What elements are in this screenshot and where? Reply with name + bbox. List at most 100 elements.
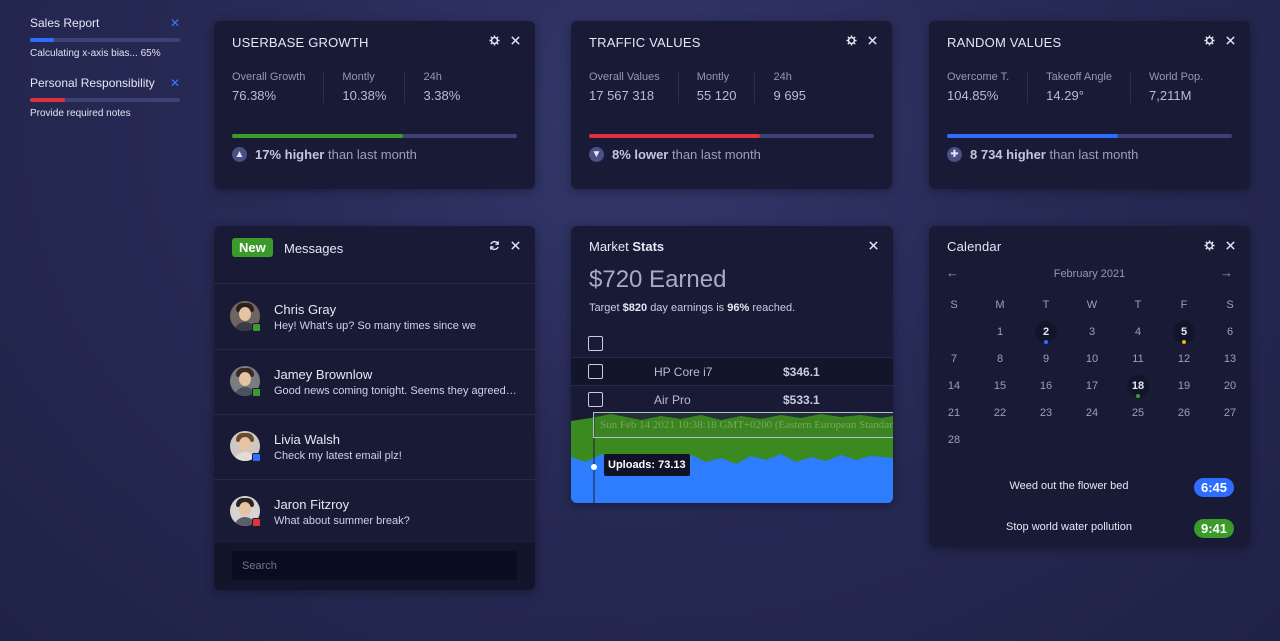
random-progress-bar [947,134,1232,138]
calendar-day[interactable]: 16 [1031,373,1061,400]
status-busy-dot [252,518,261,527]
message-item-chris-gray[interactable]: Chris Gray Hey! What's up? So many times… [214,285,535,350]
sidebar-task-sales-report: Sales Report ✕ Calculating x-axis bias..… [30,16,180,59]
calendar-day[interactable]: 1 [985,319,1015,346]
stat-monthly: Montly 10.38% [342,71,406,103]
search-input[interactable] [232,551,517,580]
calendar-day[interactable]: 27 [1215,400,1245,427]
task-title: Weed out the flower bed [1009,480,1129,492]
message-preview: Hey! What's up? So many times since we [274,320,477,332]
weekday-label: F [1180,299,1188,311]
select-all-checkbox[interactable] [588,336,603,351]
calendar-day[interactable]: 19 [1169,373,1199,400]
calendar-day[interactable]: 2 [1031,319,1061,346]
status-away-dot [252,453,261,462]
growth-progress-bar [232,134,517,138]
close-icon[interactable] [510,35,521,46]
row-checkbox[interactable] [588,364,603,379]
gear-icon[interactable] [489,35,500,46]
message-item-jamey-brownlow[interactable]: Jamey Brownlow Good news coming tonight.… [214,350,535,415]
trend-summary: ▲ 17% higher than last month [232,147,417,162]
status-online-dot [252,388,261,397]
gear-icon[interactable] [1204,35,1215,46]
traffic-progress-bar [589,134,874,138]
calendar-day[interactable]: 23 [1031,400,1061,427]
calendar-day[interactable]: 21 [939,400,969,427]
stat-value: 55 120 [696,88,737,103]
chevron-up-icon: ▲ [232,147,247,162]
calendar-day[interactable]: 15 [985,373,1015,400]
trend-bold: 8% lower [612,147,669,162]
next-month-icon[interactable]: → [1220,265,1233,280]
stat-value: 14.29° [1046,88,1084,103]
message-preview: Good news coming tonight. Seems they agr… [274,385,519,397]
task-progress-bar [30,98,180,102]
calendar-month: February 2021 [1053,268,1126,280]
close-icon[interactable] [868,240,879,251]
market-stats-card: Market Stats $720 Earned Target $820 day… [571,226,893,503]
new-badge: New [232,238,273,257]
calendar-day[interactable]: 10 [1077,346,1107,373]
calendar-day[interactable]: 4 [1123,319,1153,346]
calendar-day[interactable]: 26 [1169,400,1199,427]
calendar-day[interactable]: 22 [985,400,1015,427]
sender-name: Chris Gray [274,302,337,317]
trend-bold: 8 734 higher [970,147,1046,162]
calendar-day[interactable]: 18 [1123,373,1153,400]
stat-value: 7,211M [1149,88,1192,103]
calendar-day[interactable]: 25 [1123,400,1153,427]
calendar-day[interactable]: 7 [939,346,969,373]
calendar-day[interactable]: 12 [1169,346,1199,373]
message-item-jaron-fitzroy[interactable]: Jaron Fitzroy What about summer break? [214,480,535,545]
search-bar [214,543,535,590]
task-note: Provide required notes [30,108,131,119]
calendar-day[interactable]: 11 [1123,346,1153,373]
calendar-day[interactable]: 8 [985,346,1015,373]
target-suffix: reached. [752,302,796,314]
task-item[interactable]: Stop world water pollution 9:41 [929,516,1250,542]
sender-name: Livia Walsh [274,432,340,447]
task-title: Stop world water pollution [1006,521,1132,533]
calendar-day[interactable]: 5 [1169,319,1199,346]
messages-header: New Messages [214,226,535,284]
chevron-down-icon: ▼ [589,147,604,162]
gear-icon[interactable] [846,35,857,46]
stat-value: 76.38% [232,88,277,103]
date-tooltip: Sun Feb 14 2021 10:38:18 GMT+0200 (Easte… [593,412,893,438]
task-time-badge: 9:41 [1193,519,1234,538]
trend-summary: ✚ 8 734 higher than last month [947,147,1138,162]
product-row[interactable]: HP Core i7 $346.1 [571,357,893,385]
gear-icon[interactable] [1204,240,1215,251]
calendar-day[interactable]: 24 [1077,400,1107,427]
close-icon[interactable]: ✕ [170,16,180,30]
product-price: $346.1 [783,365,820,379]
calendar-day[interactable]: 17 [1077,373,1107,400]
calendar-day[interactable]: 9 [1031,346,1061,373]
stat-label: World Pop. [1149,71,1204,83]
target-mid: day earnings is [650,302,725,314]
stat-overall-values: Overall Values 17 567 318 [589,71,679,103]
calendar-day[interactable]: 14 [939,373,969,400]
stat-label: Montly [696,71,730,83]
close-icon[interactable] [867,35,878,46]
message-item-livia-walsh[interactable]: Livia Walsh Check my latest email plz! [214,415,535,480]
stat-label: Overall Values [589,71,660,83]
traffic-values-card: TRAFFIC VALUES Overall Values 17 567 318 … [571,21,892,189]
product-row[interactable]: Air Pro $533.1 [571,385,893,413]
close-icon[interactable] [510,240,521,251]
calendar-day[interactable]: 13 [1215,346,1245,373]
calendar-day[interactable]: 6 [1215,319,1245,346]
task-item[interactable]: Weed out the flower bed 6:45 [929,475,1250,501]
refresh-icon[interactable] [489,240,500,251]
row-checkbox[interactable] [588,392,603,407]
close-icon[interactable]: ✕ [170,76,180,90]
calendar-day[interactable]: 20 [1215,373,1245,400]
close-icon[interactable] [1225,35,1236,46]
value-tooltip: Uploads: 73.13 [604,454,690,476]
trend-summary: ▼ 8% lower than last month [589,147,761,162]
calendar-day[interactable]: 3 [1077,319,1107,346]
event-dot [1182,340,1186,344]
weekday-label: S [950,299,958,311]
close-icon[interactable] [1225,240,1236,251]
calendar-day[interactable]: 28 [939,427,969,454]
